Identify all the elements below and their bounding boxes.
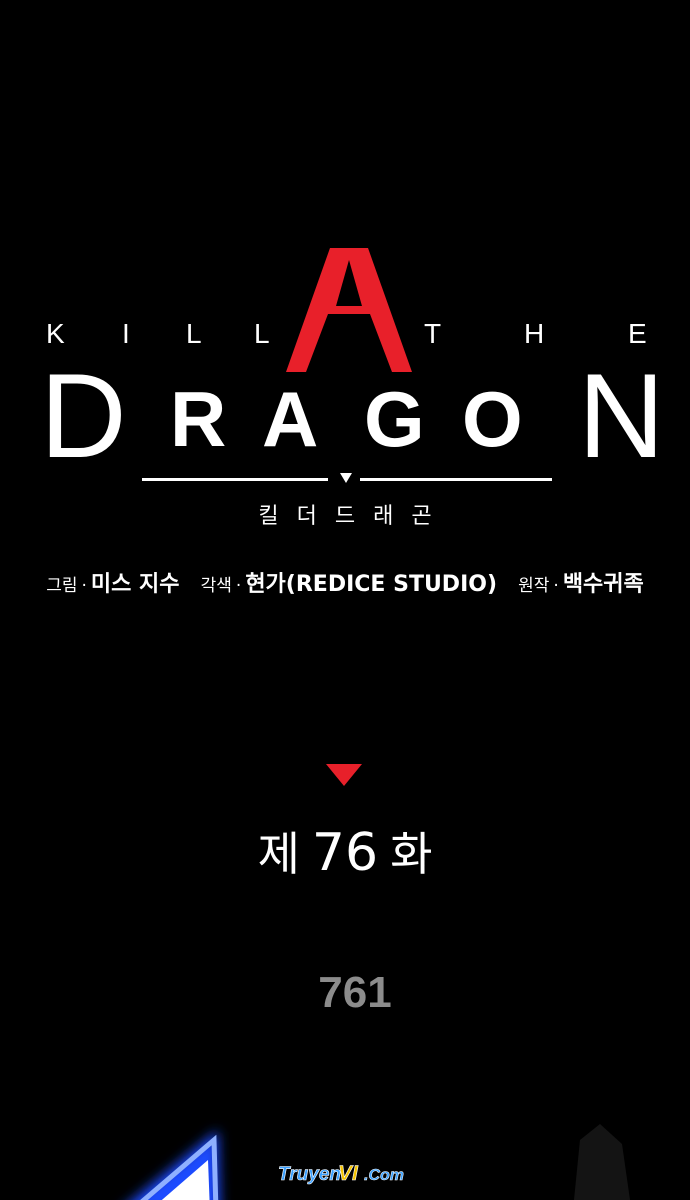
logo-letter: A: [262, 375, 319, 463]
comic-page: K I L L T H E D R A G O N 킬더드래곤 그림 · 미스 …: [0, 0, 690, 1200]
logo-line-dragon: D R A G O N: [0, 356, 690, 480]
logo-down-mark-icon: [340, 473, 352, 483]
logo-letter: O: [462, 375, 523, 463]
red-triangle-icon: [326, 764, 362, 786]
blue-glow-shape: [132, 1130, 220, 1200]
watermark-text-part3: .Com: [364, 1167, 404, 1184]
logo-underline-right: [360, 478, 552, 481]
dark-background-shape: [574, 1124, 630, 1200]
logo-letter: K: [46, 318, 65, 349]
separator: ·: [553, 576, 559, 596]
chapter-prefix: 제: [257, 827, 300, 881]
korean-title: 킬더드래곤: [258, 504, 450, 529]
art-role: 그림: [46, 576, 78, 596]
original-name: 백수귀족: [562, 572, 644, 597]
chapter-heading: 제 76 화: [0, 818, 690, 884]
watermark-text-part2: VI: [338, 1162, 359, 1185]
truyenvi-watermark-logo: Truyen VI .Com: [278, 1162, 405, 1186]
logo-letter: R: [170, 375, 227, 463]
logo-letter: L: [254, 318, 270, 349]
script-name: 현가(REDICE STUDIO): [245, 572, 498, 597]
logo-letter: L: [186, 318, 202, 349]
chapter-suffix: 화: [390, 827, 433, 881]
logo-letter: E: [628, 318, 647, 349]
art-name: 미스 지수: [90, 572, 180, 597]
separator: ·: [235, 576, 242, 596]
red-a-logo-mark: [286, 248, 412, 372]
script-role: 각색: [200, 576, 232, 596]
logo-letter: D: [40, 349, 127, 483]
chapter-number: 76: [311, 823, 379, 883]
logo-letter: T: [424, 318, 442, 349]
separator: ·: [81, 576, 87, 596]
logo-letter: G: [364, 375, 425, 463]
logo-underline-left: [142, 478, 328, 481]
logo-letter: N: [578, 349, 665, 483]
original-role: 원작: [518, 576, 550, 596]
logo-letter: I: [122, 318, 130, 349]
watermark-text-part1: Truyen: [278, 1164, 341, 1185]
title-logo: K I L L T H E D R A G O N 킬더드래곤: [0, 240, 690, 540]
credits-line: 그림 · 미스 지수 각색 · 현가(REDICE STUDIO) 원작 · 백수귀족: [0, 566, 690, 598]
logo-letter: H: [524, 318, 545, 349]
page-number: 761: [318, 968, 392, 1017]
